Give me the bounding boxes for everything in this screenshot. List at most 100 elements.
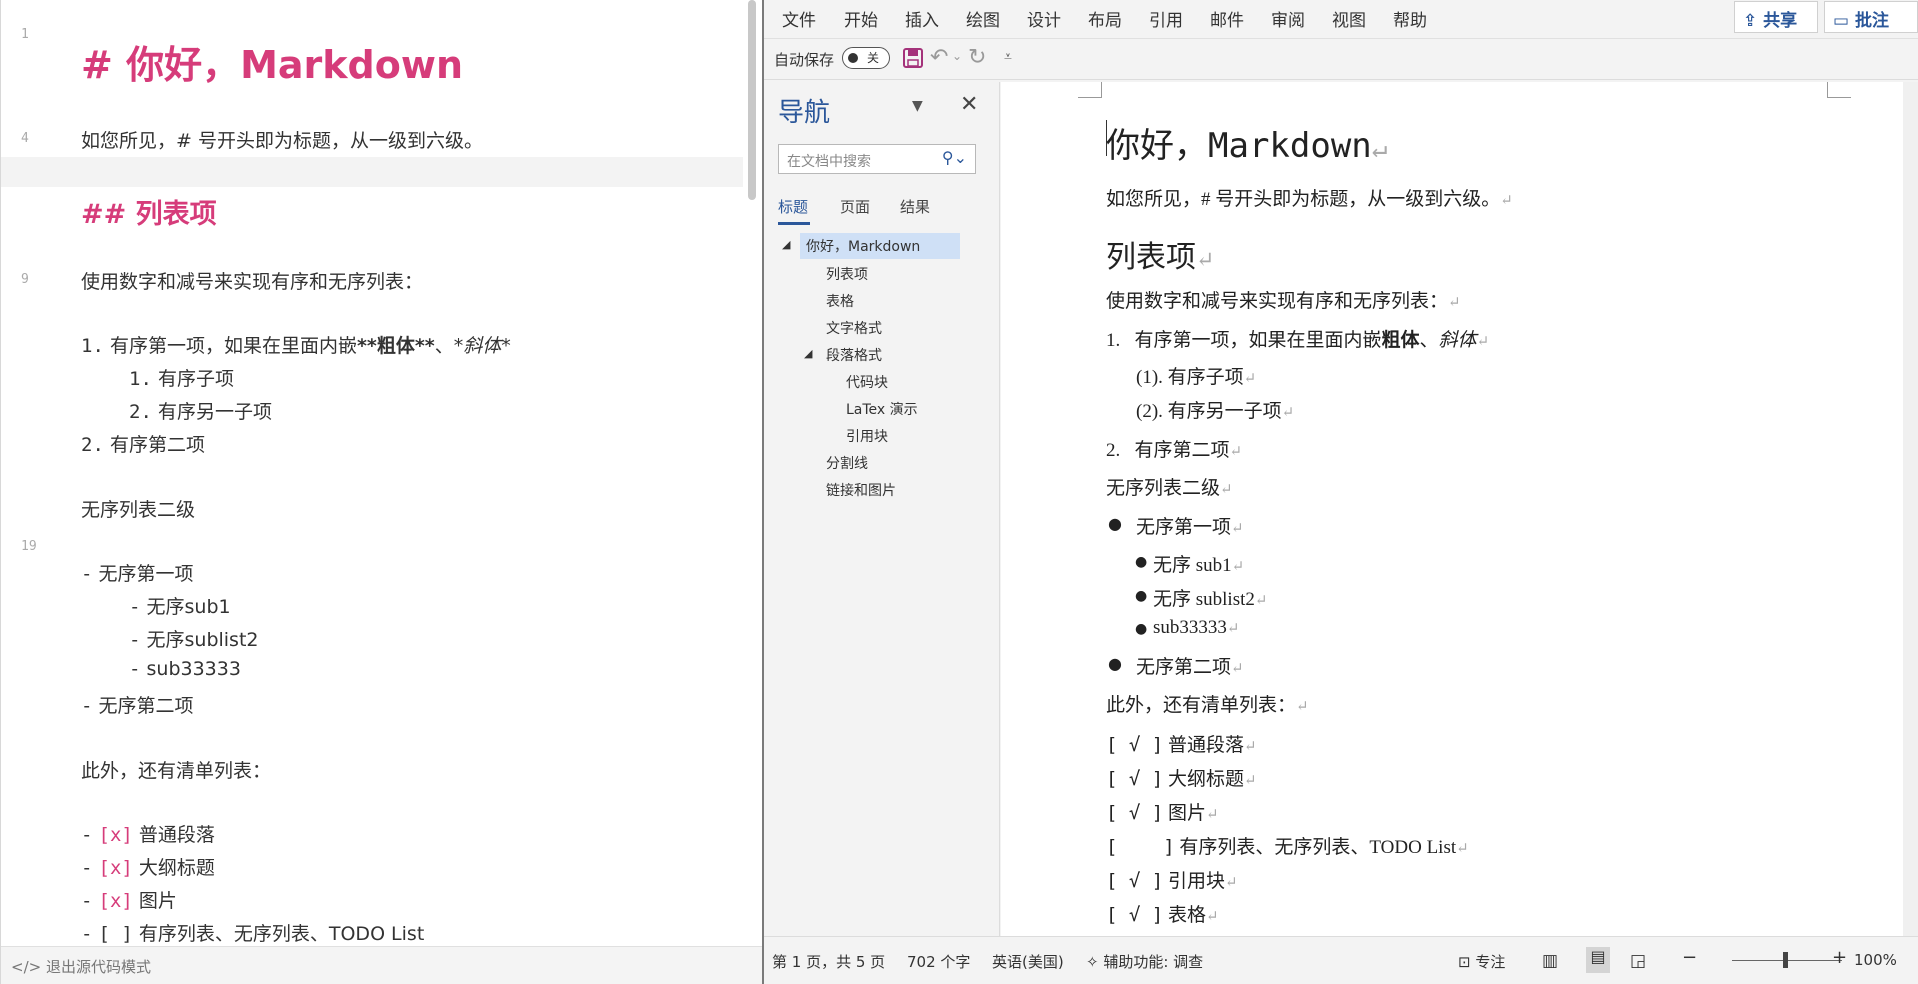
tab-help[interactable]: 帮助 [1393, 6, 1427, 31]
save-icon[interactable] [902, 47, 924, 75]
editor-todo-item[interactable]: - [x] 图片 [81, 886, 177, 913]
nav-heading-item[interactable]: 你好，Markdown [800, 233, 960, 259]
nav-heading-item[interactable]: 分割线 [826, 453, 868, 473]
doc-todo-item[interactable]: [ √ ] 普通段落↵ [1106, 730, 1257, 757]
doc-list-intro[interactable]: 使用数字和减号来实现有序和无序列表：↵ [1106, 286, 1461, 313]
doc-todo-item[interactable]: [ √ ] 表格↵ [1106, 900, 1219, 927]
editor-ul-item-2[interactable]: - 无序第二项 [81, 691, 194, 718]
language-indicator[interactable]: 英语(美国) [992, 951, 1064, 972]
editor-scrollbar[interactable] [748, 0, 756, 200]
document-page[interactable]: 你好，Markdown↵ 如您所见，# 号开头即为标题，从一级到六级。↵ 列表项… [1001, 82, 1903, 936]
doc-ul-label[interactable]: 无序列表二级↵ [1106, 473, 1233, 500]
markdown-editor[interactable]: 1 4 9 19 # 你好，Markdown 如您所见，# 号开头即为标题，从一… [0, 0, 762, 984]
editor-intro[interactable]: 如您所见，# 号开头即为标题，从一级到六级。 [81, 126, 483, 153]
document-area[interactable]: 你好，Markdown↵ 如您所见，# 号开头即为标题，从一级到六级。↵ 列表项… [1001, 82, 1918, 936]
nav-heading-item[interactable]: 代码块 [846, 372, 888, 392]
tab-layout[interactable]: 布局 [1088, 6, 1122, 31]
doc-h2[interactable]: 列表项↵ [1106, 232, 1214, 276]
editor-todo-item[interactable]: - [x] 大纲标题 [81, 853, 215, 880]
comment-button[interactable]: ▭ 批注 [1824, 1, 1918, 33]
editor-todo-item[interactable]: - [ ] 有序列表、无序列表、TODO List [81, 919, 424, 946]
tab-file[interactable]: 文件 [782, 6, 816, 31]
doc-todo-item[interactable]: [ √ ] 引用块↵ [1106, 866, 1238, 893]
exit-source-mode-button[interactable]: </> 退出源代码模式 [11, 956, 151, 977]
focus-mode-button[interactable]: ⊡ 专注 [1458, 951, 1505, 972]
doc-intro[interactable]: 如您所见，# 号开头即为标题，从一级到六级。↵ [1106, 184, 1513, 211]
redo-icon[interactable]: ↻ [968, 45, 986, 70]
tab-draw[interactable]: 绘图 [966, 6, 1000, 31]
word-count[interactable]: 702 个字 [907, 951, 970, 972]
tab-insert[interactable]: 插入 [905, 6, 939, 31]
share-button[interactable]: ⇪ 共享 [1734, 1, 1818, 33]
zoom-out-button[interactable]: − [1682, 947, 1697, 968]
editor-ul-subitem-2[interactable]: - 无序sublist2 [129, 625, 259, 652]
autosave-toggle[interactable]: 关 [842, 47, 890, 69]
nav-options-dropdown-icon[interactable]: ▼ [912, 98, 923, 114]
nav-heading-item[interactable]: 链接和图片 [826, 480, 896, 500]
undo-dropdown-icon[interactable]: ⌄ [952, 49, 962, 63]
doc-ul-subitem-1[interactable]: 无序 sub1↵ [1153, 550, 1244, 577]
nav-tab-results[interactable]: 结果 [900, 196, 930, 217]
doc-todo-item[interactable]: [ √ ] 图片↵ [1106, 798, 1219, 825]
editor-list-intro[interactable]: 使用数字和减号来实现有序和无序列表： [81, 267, 423, 294]
read-mode-icon[interactable]: ▥ [1542, 951, 1558, 971]
doc-ul-item-1[interactable]: 无序第一项↵ [1136, 512, 1244, 539]
doc-ol-item-2[interactable]: 2. 有序第二项↵ [1106, 435, 1242, 462]
editor-ul-subitem-1[interactable]: - 无序sub1 [129, 592, 231, 619]
collapse-triangle-icon[interactable]: ◢ [782, 238, 790, 251]
nav-heading-item[interactable]: 文字格式 [826, 318, 882, 338]
tab-review[interactable]: 审阅 [1271, 6, 1305, 31]
editor-ul-subitem-3[interactable]: - sub33333 [129, 658, 241, 680]
editor-todo-intro[interactable]: 此外，还有清单列表： [81, 756, 271, 783]
doc-ul-item-2[interactable]: 无序第二项↵ [1136, 652, 1244, 679]
undo-icon[interactable]: ↶ [930, 45, 948, 70]
doc-todo-item[interactable]: [ √ ] 大纲标题↵ [1106, 764, 1257, 791]
zoom-slider-thumb[interactable] [1783, 952, 1788, 968]
doc-ol-subitem-2[interactable]: (2). 有序另一子项↵ [1136, 396, 1294, 423]
doc-todo-item[interactable]: [ ] 有序列表、无序列表、TODO List↵ [1106, 832, 1469, 859]
customize-qat-icon[interactable]: ⩡ [1004, 49, 1012, 65]
editor-ol-item-2[interactable]: 2. 有序第二项 [81, 430, 205, 457]
accessibility-status[interactable]: ✧ 辅助功能: 调查 [1086, 951, 1203, 972]
page-count[interactable]: 第 1 页，共 5 页 [772, 951, 885, 972]
nav-heading-item[interactable]: 列表项 [826, 264, 868, 284]
nav-heading-item[interactable]: LaTex 演示 [846, 399, 918, 419]
editor-ul-item-1[interactable]: - 无序第一项 [81, 559, 194, 586]
doc-ul-subitem-3[interactable]: sub33333↵ [1153, 617, 1239, 639]
editor-ul-label[interactable]: 无序列表二级 [81, 495, 195, 522]
zoom-in-button[interactable]: + [1832, 947, 1847, 968]
collapse-triangle-icon[interactable]: ◢ [804, 347, 812, 360]
tab-view[interactable]: 视图 [1332, 6, 1366, 31]
editor-h1[interactable]: # 你好，Markdown [81, 34, 463, 89]
doc-ol-subitem-1[interactable]: (1). 有序子项↵ [1136, 362, 1256, 389]
doc-title[interactable]: 你好，Markdown↵ [1106, 118, 1387, 167]
tab-home[interactable]: 开始 [844, 6, 878, 31]
zoom-level[interactable]: 100% [1854, 951, 1897, 969]
nav-heading-item[interactable]: 引用块 [846, 426, 888, 446]
editor-h2[interactable]: ## 列表项 [81, 192, 217, 231]
tab-references[interactable]: 引用 [1149, 6, 1183, 31]
nav-search-box[interactable]: 在文档中搜索 ⚲⌄ [778, 144, 976, 174]
nav-heading-item[interactable]: 表格 [826, 291, 854, 311]
editor-scroll-area[interactable]: 1 4 9 19 # 你好，Markdown 如您所见，# 号开头即为标题，从一… [1, 0, 762, 946]
doc-todo-intro[interactable]: 此外，还有清单列表：↵ [1106, 690, 1309, 717]
line-number: 19 [21, 539, 37, 554]
close-icon[interactable]: ✕ [960, 92, 978, 117]
editor-todo-item[interactable]: - [x] 普通段落 [81, 820, 215, 847]
search-icon[interactable]: ⚲⌄ [942, 148, 967, 167]
editor-ol-subitem-2[interactable]: 2. 有序另一子项 [129, 397, 272, 424]
editor-ol-item-1[interactable]: 1. 有序第一项，如果在里面内嵌**粗体**、*斜体* [81, 331, 511, 358]
nav-heading-item[interactable]: 段落格式 [826, 345, 882, 365]
editor-ol-subitem-1[interactable]: 1. 有序子项 [129, 364, 234, 391]
web-layout-icon[interactable]: ◲ [1630, 951, 1646, 971]
nav-tab-pages[interactable]: 页面 [840, 196, 870, 217]
nav-tab-headings[interactable]: 标题 [778, 196, 808, 217]
doc-ul-subitem-2[interactable]: 无序 sublist2↵ [1153, 584, 1267, 611]
doc-ol-item-1[interactable]: 1. 有序第一项，如果在里面内嵌粗体、斜体↵ [1106, 325, 1489, 352]
tab-mailings[interactable]: 邮件 [1210, 6, 1244, 31]
document-scrollbar[interactable] [1903, 82, 1918, 936]
ul-dash: - [81, 824, 93, 846]
print-layout-icon[interactable]: ▤ [1586, 947, 1610, 973]
autosave-state: 关 [867, 51, 880, 65]
tab-design[interactable]: 设计 [1027, 6, 1061, 31]
